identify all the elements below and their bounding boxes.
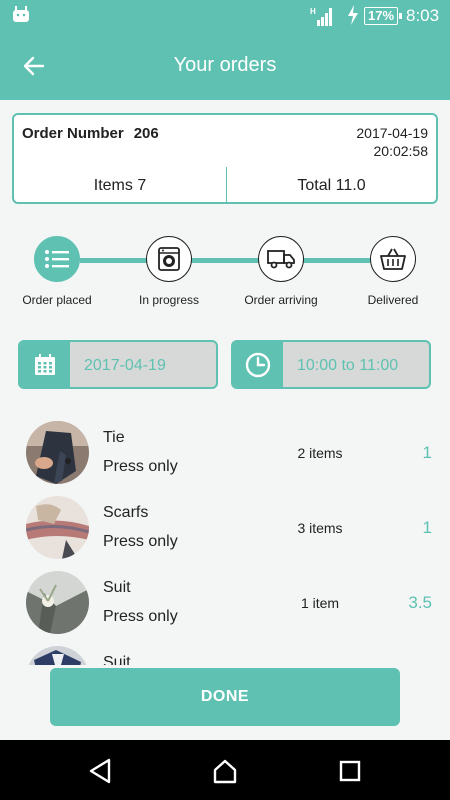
done-button[interactable]: DONE bbox=[50, 668, 400, 726]
clock: 8:03 bbox=[406, 6, 440, 25]
order-progress-tracker: Order placed In progress Order arriving … bbox=[0, 236, 450, 316]
nav-home-icon[interactable] bbox=[212, 758, 238, 784]
android-icon bbox=[13, 6, 29, 22]
item-price: 3.5 bbox=[408, 593, 432, 612]
signal-icon: H bbox=[310, 7, 332, 26]
nav-recents-icon[interactable] bbox=[337, 758, 363, 784]
order-items-count: Items 7 bbox=[93, 177, 147, 194]
list-item[interactable]: Scarfs Press only 3 items 1 bbox=[0, 490, 450, 565]
battery-indicator: 17% bbox=[364, 7, 403, 25]
basket-icon bbox=[380, 248, 406, 270]
page-title: Your orders bbox=[173, 54, 277, 76]
order-number-value: 206 bbox=[133, 125, 159, 142]
date-picker[interactable]: 2017-04-19 bbox=[18, 340, 218, 389]
item-count: 1 item bbox=[300, 595, 340, 611]
step-label: In progress bbox=[138, 293, 200, 307]
list-icon bbox=[45, 250, 69, 268]
step-order-arriving bbox=[258, 236, 304, 282]
item-thumbnail-suit bbox=[26, 571, 89, 634]
item-service: Press only bbox=[103, 533, 178, 550]
step-in-progress bbox=[146, 236, 192, 282]
app-bar: Your orders bbox=[0, 32, 450, 100]
progress-line bbox=[80, 258, 370, 263]
item-price: 1 bbox=[422, 518, 432, 537]
status-bar: H 17% 8:03 bbox=[0, 0, 450, 32]
order-number-label: Order Number bbox=[22, 125, 124, 142]
truck-icon bbox=[267, 250, 295, 269]
step-label: Order arriving bbox=[244, 293, 318, 307]
step-order-placed bbox=[34, 236, 80, 282]
item-thumbnail-scarfs bbox=[26, 496, 89, 559]
step-label: Delivered bbox=[367, 293, 419, 307]
item-name: Suit bbox=[103, 654, 131, 665]
time-slot-value: 10:00 to 11:00 bbox=[297, 357, 399, 374]
order-items-list: Tie Press only 2 items 1 Scarfs Press on… bbox=[0, 415, 450, 665]
order-datetime: 2017-04-19 20:02:58 bbox=[356, 124, 428, 160]
washing-machine-icon bbox=[158, 247, 180, 271]
order-time: 20:02:58 bbox=[373, 143, 429, 159]
svg-text:H: H bbox=[310, 7, 316, 16]
charging-icon bbox=[348, 5, 358, 25]
pickup-date-value: 2017-04-19 bbox=[84, 357, 166, 374]
item-count: 3 items bbox=[297, 520, 343, 536]
item-count: 2 items bbox=[297, 445, 343, 461]
item-service: Press only bbox=[103, 458, 178, 475]
list-item[interactable]: Suit bbox=[0, 640, 450, 665]
calendar-icon bbox=[20, 342, 70, 387]
step-delivered bbox=[370, 236, 416, 282]
item-thumbnail-tie bbox=[26, 421, 89, 484]
list-item[interactable]: Tie Press only 2 items 1 bbox=[0, 415, 450, 490]
item-service: Press only bbox=[103, 608, 178, 625]
item-name: Scarfs bbox=[103, 504, 149, 521]
item-name: Tie bbox=[103, 429, 125, 446]
time-slot-picker[interactable]: 10:00 to 11:00 bbox=[231, 340, 431, 389]
clock-icon bbox=[233, 342, 283, 387]
item-name: Suit bbox=[103, 579, 131, 596]
order-date: 2017-04-19 bbox=[356, 125, 428, 141]
order-total: Total 11.0 bbox=[297, 177, 366, 194]
item-price: 1 bbox=[422, 443, 432, 462]
list-item[interactable]: Suit Press only 1 item 3.5 bbox=[0, 565, 450, 640]
step-label: Order placed bbox=[22, 293, 92, 307]
system-nav-bar bbox=[0, 740, 450, 800]
nav-back-icon[interactable] bbox=[87, 758, 113, 784]
order-summary-card: Order Number 206 2017-04-19 20:02:58 Item… bbox=[12, 113, 438, 204]
item-thumbnail-suit bbox=[26, 646, 89, 665]
order-number: Order Number 206 bbox=[22, 125, 159, 142]
